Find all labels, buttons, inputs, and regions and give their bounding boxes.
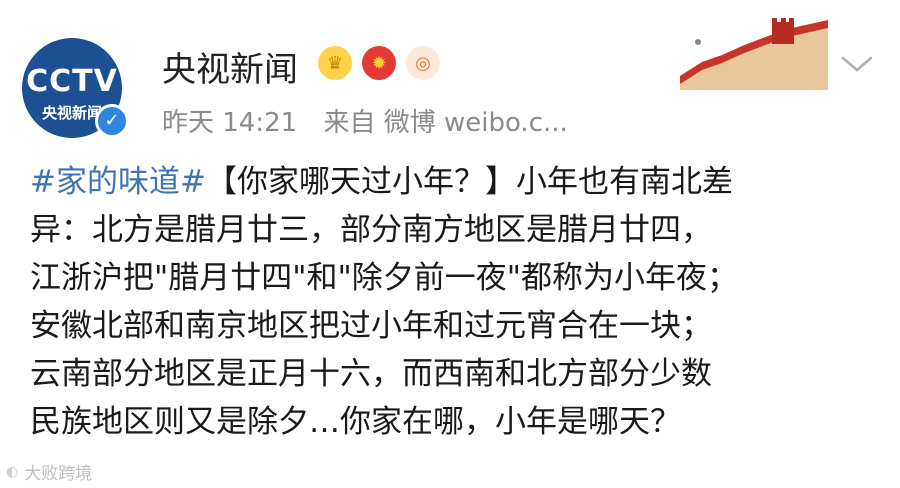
content-line: 江浙沪把"腊月廿四"和"除夕前一夜"都称为小年夜； xyxy=(30,260,739,296)
watermark: ◐ 大败跨境 xyxy=(6,459,93,485)
content-line: 云南部分地区是正月十六，而西南和北方部分少数 xyxy=(30,356,712,392)
author-name[interactable]: 央视新闻 xyxy=(162,42,298,91)
post-meta: 昨天 14:21 来自 微博 weibo.c... xyxy=(162,102,586,139)
post-source[interactable]: 来自 微博 weibo.c... xyxy=(323,108,567,138)
post-content: #家的味道#【你家哪天过小年？】小年也有南北差 异：北方是腊月廿三，部分南方地区… xyxy=(30,158,880,446)
chevron-down-icon[interactable] xyxy=(840,54,874,74)
crown-badge-icon[interactable]: ♛ xyxy=(318,46,352,80)
avatar-logo: CCTV xyxy=(26,64,118,99)
content-line: 安徽北部和南京地区把过小年和过元宵合在一块； xyxy=(30,308,712,344)
post-time: 昨天 14:21 xyxy=(162,108,298,138)
topic-link[interactable]: #家的味道# xyxy=(30,164,206,200)
lantern-badge-icon[interactable]: ✹ xyxy=(362,46,396,80)
watermark-logo-icon: ◐ xyxy=(6,463,19,480)
watermark-text: 大败跨境 xyxy=(24,464,93,484)
content-line: #家的味道#【你家哪天过小年？】小年也有南北差 xyxy=(30,158,880,206)
content-line: 异：北方是腊月廿三，部分南方地区是腊月廿四， xyxy=(30,212,712,248)
badge-row: ♛ ✹ ◎ xyxy=(318,46,440,80)
content-text: 【你家哪天过小年？】小年也有南北差 xyxy=(205,164,733,200)
verified-checkmark-icon: ✓ xyxy=(95,104,129,138)
content-line: 民族地区则又是除夕…你家在哪，小年是哪天？ xyxy=(30,404,681,440)
fish-badge-icon[interactable]: ◎ xyxy=(406,46,440,80)
great-wall-decoration-icon xyxy=(680,18,828,90)
